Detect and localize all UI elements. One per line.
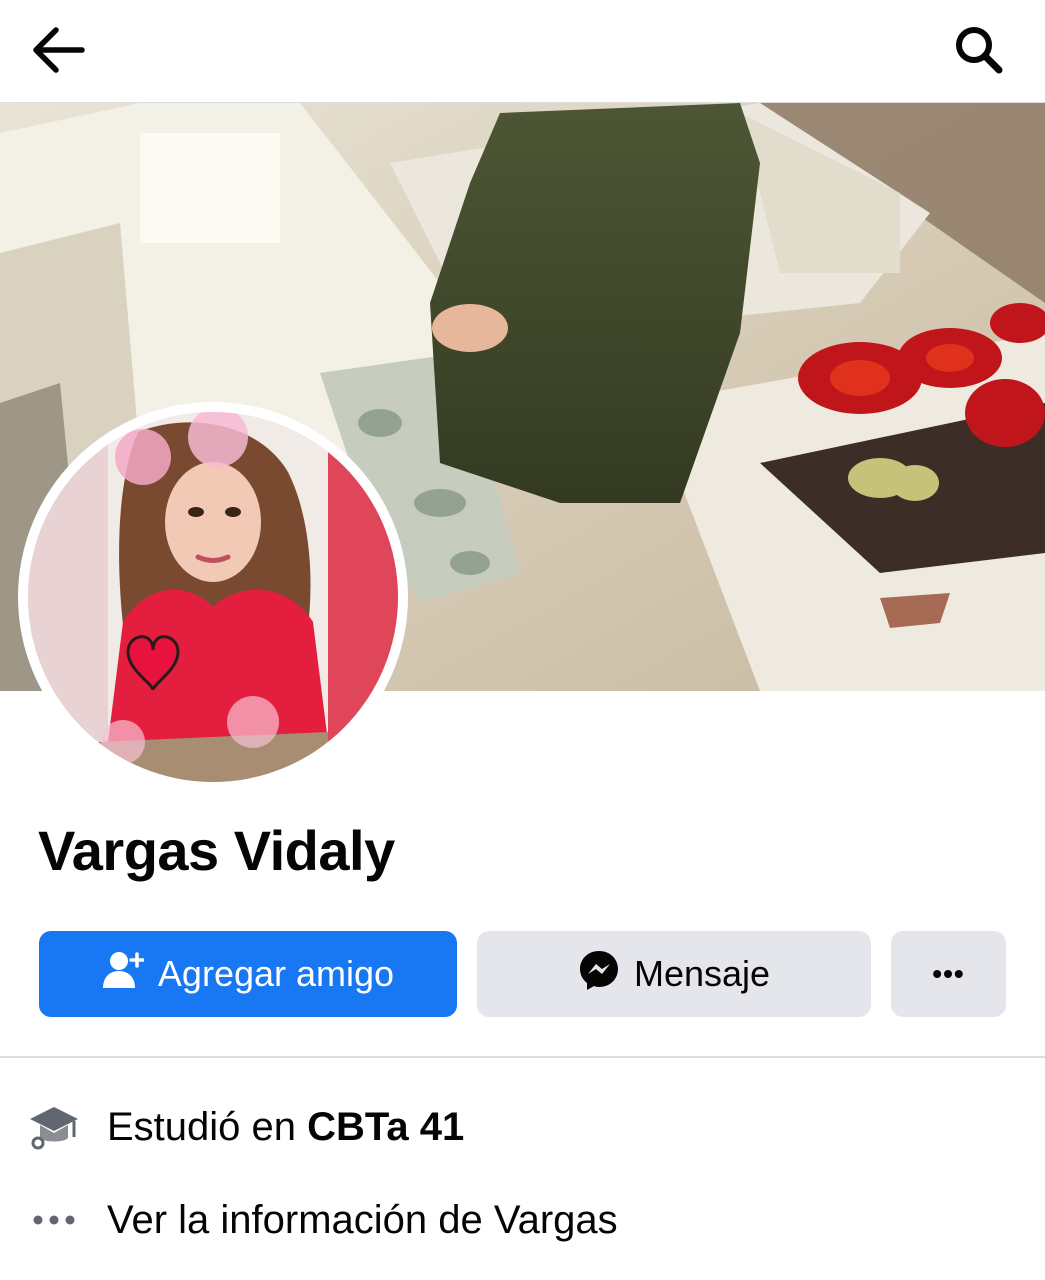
search-icon — [956, 27, 1003, 74]
more-dots-icon — [26, 1192, 82, 1248]
education-text: Estudió en CBTa 41 — [107, 1105, 464, 1150]
add-friend-button[interactable]: Agregar amigo — [39, 931, 457, 1017]
back-button[interactable] — [28, 24, 88, 76]
message-label: Mensaje — [633, 953, 771, 994]
user-plus-icon — [102, 950, 145, 999]
profile-name: Vargas Vidaly — [38, 819, 395, 882]
see-info-row[interactable]: Ver la información de Vargas — [0, 1185, 1045, 1255]
more-options-button[interactable]: ••• — [891, 931, 1006, 1017]
profile-picture-image — [28, 412, 398, 782]
education-school[interactable]: CBTa 41 — [307, 1105, 464, 1149]
see-info-link[interactable]: Ver la información de Vargas — [107, 1198, 618, 1243]
arrow-left-icon — [33, 27, 85, 73]
education-prefix: Estudió en — [107, 1104, 308, 1149]
messenger-icon — [578, 949, 620, 1000]
top-bar — [0, 0, 1045, 103]
search-button[interactable] — [951, 22, 1007, 78]
message-button[interactable]: Mensaje — [477, 931, 871, 1017]
education-row: Estudió en CBTa 41 — [0, 1092, 1045, 1162]
profile-picture[interactable] — [18, 402, 408, 792]
graduation-cap-icon — [26, 1099, 82, 1155]
add-friend-label: Agregar amigo — [157, 953, 395, 994]
section-divider — [0, 1056, 1045, 1058]
more-dots-icon: ••• — [932, 958, 965, 989]
